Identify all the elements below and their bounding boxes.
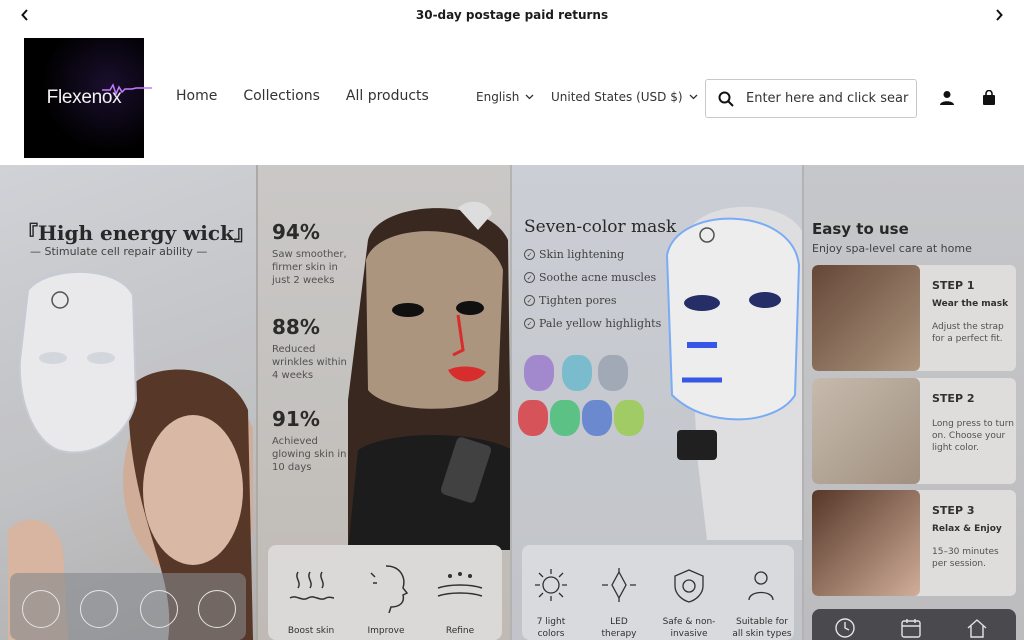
- step-photo: [812, 378, 920, 484]
- account-icon[interactable]: [937, 88, 957, 108]
- face-icon: [80, 590, 118, 628]
- step-subtitle: Wear the mask: [932, 299, 1009, 309]
- model-with-mask-image: [348, 201, 512, 550]
- drops-icon: [140, 590, 178, 628]
- hero-panel-easy-to-use: Easy to use Enjoy spa-level care at home…: [802, 165, 1024, 640]
- feature-item: ✓ Skin lightening: [524, 248, 624, 261]
- color-mask-swatch: [582, 400, 612, 436]
- stat-value: 88%: [272, 315, 320, 339]
- chevron-down-icon: [689, 94, 697, 100]
- color-mask-swatch: [614, 400, 644, 436]
- check-icon: ✓: [524, 272, 535, 283]
- stat-value: 94%: [272, 220, 320, 244]
- language-label: English: [476, 90, 520, 104]
- nav-all-products[interactable]: All products: [346, 88, 429, 104]
- led-icon: [602, 568, 636, 602]
- waveform-icon: [102, 83, 152, 96]
- check-icon: ✓: [524, 249, 535, 260]
- step-title: STEP 3: [932, 504, 975, 517]
- hero-panel-seven-color: Seven-color mask ✓ Skin lightening ✓ Sooth…: [510, 165, 804, 640]
- panel-title: Easy to use: [812, 220, 909, 238]
- pores-icon: [437, 572, 483, 597]
- hero-banner[interactable]: 『High energy wick』 — Stimulate cell repa…: [0, 165, 1024, 640]
- search-icon[interactable]: [706, 91, 746, 107]
- badge-label: LED therapy: [601, 617, 637, 639]
- check-icon: ✓: [524, 318, 535, 329]
- badge-label: 7 light colors: [536, 617, 566, 639]
- feature-item: ✓ Tighten pores: [524, 294, 617, 307]
- step-title: STEP 1: [932, 279, 975, 292]
- color-mask-swatch: [550, 400, 580, 436]
- step-card: STEP 3 Relax & Enjoy 15–30 minutes per s…: [812, 490, 1016, 596]
- benefit-label: Refine: [445, 626, 475, 636]
- cart-icon[interactable]: [979, 88, 999, 108]
- announcement-text: 30-day postage paid returns: [415, 8, 609, 22]
- brand-logo[interactable]: Flexenox: [24, 38, 152, 158]
- hero-panel-energy-wick: 『High energy wick』 — Stimulate cell repa…: [0, 165, 256, 640]
- site-header: Flexenox Home Collections All products E…: [0, 30, 1024, 165]
- step-photo: [812, 265, 920, 371]
- step-card: STEP 2 Long press to turn on. Choose you…: [812, 378, 1016, 484]
- home-icon: [967, 619, 987, 638]
- stat-desc: Reduced wrinkles within 4 weeks: [272, 344, 347, 381]
- panel-title: 『High energy wick』: [18, 221, 254, 245]
- mask-on-model-image: [665, 206, 804, 540]
- country-selector[interactable]: United States (USD $): [551, 90, 698, 104]
- step-desc: 15–30 minutes per session.: [932, 547, 999, 569]
- chevron-right-icon: [996, 9, 1003, 21]
- search-input[interactable]: [746, 91, 911, 106]
- stat-desc: Saw smoother, firmer skin in just 2 week…: [272, 249, 347, 286]
- chevron-left-icon: [21, 9, 28, 21]
- benefit-label: Improve: [367, 626, 405, 636]
- steam-icon: [289, 571, 334, 600]
- feature-item: ✓ Soothe acne muscles: [524, 271, 656, 284]
- color-mask-swatch: [524, 355, 554, 391]
- face-profile-icon: [370, 565, 409, 613]
- color-mask-swatch: [598, 355, 628, 391]
- announcement-next-button[interactable]: [990, 6, 1008, 24]
- calendar-icon: [901, 619, 921, 638]
- hero-panel-stats: 94% Saw smoother, firmer skin in just 2 …: [256, 165, 512, 640]
- swirl-icon: [198, 590, 236, 628]
- announcement-prev-button[interactable]: [16, 6, 34, 24]
- feature-item: ✓ Pale yellow highlights: [524, 317, 661, 330]
- language-selector[interactable]: English: [476, 90, 534, 104]
- color-mask-swatch: [562, 355, 592, 391]
- person-icon: [748, 571, 774, 601]
- stat-value: 91%: [272, 407, 320, 431]
- shield-icon: [674, 569, 704, 603]
- badge-label: Suitable for all skin types: [732, 617, 792, 639]
- step-title: STEP 2: [932, 392, 975, 405]
- badge-label: Safe & non-invasive: [662, 617, 716, 639]
- search-box[interactable]: [705, 79, 917, 118]
- step-photo: [812, 490, 920, 596]
- stat-desc: Achieved glowing skin in 10 days: [272, 436, 347, 473]
- announcement-bar: 30-day postage paid returns: [0, 0, 1024, 30]
- step-desc: Long press to turn on. Choose your light…: [932, 419, 1015, 453]
- benefit-label: Boost skin: [287, 626, 335, 636]
- nav-collections[interactable]: Collections: [243, 88, 320, 104]
- step-card: STEP 1 Wear the mask Adjust the strap fo…: [812, 265, 1016, 371]
- nav-home[interactable]: Home: [176, 88, 217, 104]
- sun-icon: [535, 569, 567, 601]
- main-nav: Home Collections All products: [176, 88, 429, 104]
- step-subtitle: Relax & Enjoy: [932, 524, 1002, 534]
- steam-icon: [22, 590, 60, 628]
- check-icon: ✓: [524, 295, 535, 306]
- color-mask-swatch: [518, 400, 548, 436]
- step-desc: Adjust the strap for a perfect fit.: [932, 322, 1004, 344]
- chevron-down-icon: [525, 94, 534, 100]
- panel-subtitle: — Stimulate cell repair ability —: [30, 245, 208, 258]
- country-label: United States (USD $): [551, 90, 683, 104]
- clock-icon: [835, 618, 855, 638]
- panel-subtitle: Enjoy spa-level care at home: [812, 242, 972, 255]
